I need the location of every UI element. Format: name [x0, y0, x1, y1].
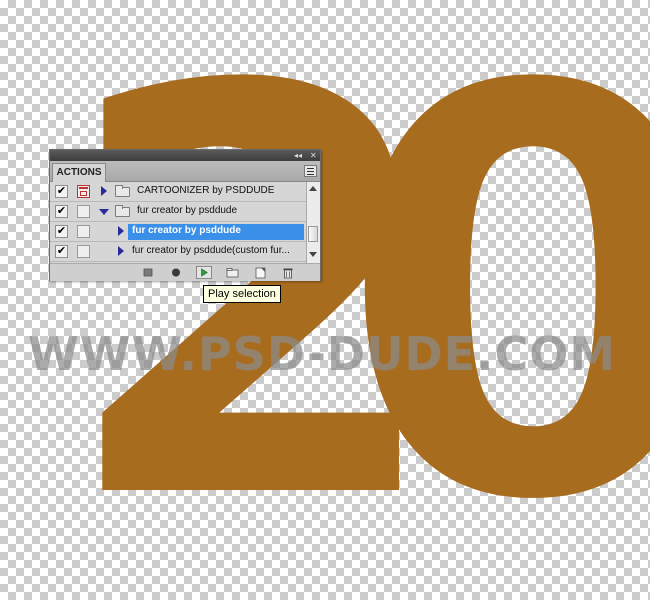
- expand-triangle-icon[interactable]: [118, 226, 124, 236]
- delete-icon[interactable]: [280, 266, 296, 279]
- panel-titlebar[interactable]: ◂◂ ✕: [50, 150, 320, 161]
- scroll-down-icon[interactable]: [309, 252, 317, 257]
- action-set-label: CARTOONIZER by PSDDUDE: [137, 185, 275, 196]
- actions-panel: ◂◂ ✕ ACTIONS ✔ CARTOONIZER by PSDDUDE ✔ …: [49, 149, 321, 281]
- watermark-text: WWW.PSD-DUDE.COM: [28, 327, 616, 381]
- collapse-triangle-icon[interactable]: [99, 209, 109, 215]
- toggle-dialog-icon[interactable]: [77, 245, 90, 258]
- toggle-dialog-icon[interactable]: [77, 185, 90, 198]
- scroll-thumb[interactable]: [308, 226, 318, 242]
- action-set-cartoonizer[interactable]: ✔ CARTOONIZER by PSDDUDE: [50, 182, 306, 202]
- panel-tab-row: ACTIONS: [50, 161, 320, 182]
- expand-triangle-icon[interactable]: [101, 186, 107, 196]
- action-set-label: fur creator by psddude: [137, 205, 238, 216]
- panel-menu-icon[interactable]: [304, 165, 317, 177]
- actions-scrollbar[interactable]: [306, 182, 320, 263]
- close-panel-icon[interactable]: ✕: [310, 150, 317, 161]
- toggle-item-checkbox[interactable]: ✔: [55, 205, 68, 218]
- actions-bottom-toolbar: [50, 263, 320, 281]
- digit-zero: 0: [338, 0, 650, 600]
- actions-list: ✔ CARTOONIZER by PSDDUDE ✔ fur creator b…: [50, 182, 306, 263]
- play-selection-tooltip: Play selection: [203, 285, 281, 303]
- toggle-dialog-icon[interactable]: [77, 225, 90, 238]
- toggle-item-checkbox[interactable]: ✔: [55, 185, 68, 198]
- action-label: fur creator by psddude: [132, 225, 241, 236]
- action-fur-creator-custom[interactable]: ✔ fur creator by psddude(custom fur...: [50, 242, 306, 262]
- new-set-icon[interactable]: [224, 266, 240, 279]
- action-label: fur creator by psddude(custom fur...: [132, 245, 290, 256]
- scroll-up-icon[interactable]: [309, 186, 317, 191]
- action-fur-creator[interactable]: ✔ fur creator by psddude: [50, 222, 306, 242]
- toggle-item-checkbox[interactable]: ✔: [55, 245, 68, 258]
- expand-triangle-icon[interactable]: [118, 246, 124, 256]
- record-icon[interactable]: [168, 266, 184, 279]
- collapse-panel-icon[interactable]: ◂◂: [294, 150, 302, 161]
- action-set-fur-creator[interactable]: ✔ fur creator by psddude: [50, 202, 306, 222]
- new-action-icon[interactable]: [252, 266, 268, 279]
- toggle-dialog-icon[interactable]: [77, 205, 90, 218]
- toggle-item-checkbox[interactable]: ✔: [55, 225, 68, 238]
- folder-icon: [115, 205, 130, 217]
- tab-actions[interactable]: ACTIONS: [52, 163, 106, 182]
- document-canvas[interactable]: 2 0 WWW.PSD-DUDE.COM: [0, 0, 650, 600]
- stop-icon[interactable]: [140, 266, 156, 279]
- play-icon[interactable]: [196, 266, 212, 279]
- folder-icon: [115, 185, 130, 197]
